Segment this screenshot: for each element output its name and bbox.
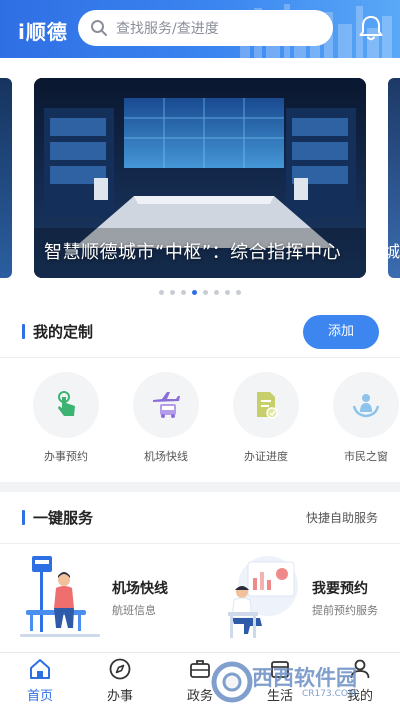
service-card-subtitle: 提前预约服务	[312, 604, 378, 617]
appointment-illustration	[228, 556, 298, 638]
carousel-indicator	[0, 290, 400, 295]
custom-section: 我的定制 添加 办事预约 机场快线 办证进度 市民之窗	[0, 306, 400, 482]
service-card-title: 机场快线	[112, 581, 168, 597]
bell-icon[interactable]	[358, 14, 384, 42]
shortcut-label: 机场快线	[144, 450, 188, 463]
tab-services[interactable]: 办事	[90, 657, 150, 704]
custom-shortcuts: 办事预约 机场快线 办证进度 市民之窗	[0, 372, 400, 472]
service-card-subtitle: 航班信息	[112, 604, 156, 617]
watermark-logo-icon	[211, 661, 253, 703]
custom-section-title: 我的定制	[33, 323, 94, 341]
banner-slide[interactable]: 智慧顺德城市“中枢”：综合指挥中心	[34, 78, 366, 278]
service-card-airport[interactable]: 机场快线 航班信息	[20, 550, 200, 646]
search-bar[interactable]: 查找服务/查进度	[78, 10, 333, 46]
one-click-service-section: 一键服务 快捷自助服务 机场快线 航班信息 我要预约 提前预约服务	[0, 492, 400, 652]
banner-caption: 智慧顺德城市“中枢”：综合指挥中心	[44, 242, 342, 263]
service-section-title: 一键服务	[33, 509, 94, 527]
tab-label: 首页	[26, 689, 53, 704]
carousel-dot[interactable]	[214, 290, 219, 295]
shortcut-citizen-window[interactable]: 市民之窗	[332, 372, 400, 464]
shortcut-appointment[interactable]: 办事预约	[32, 372, 100, 464]
section-accent-bar	[22, 510, 25, 525]
section-accent-bar	[22, 324, 25, 339]
document-progress-icon	[257, 392, 278, 419]
app-header: i顺德 查找服务/查进度	[0, 0, 400, 58]
bus-stop-illustration	[20, 556, 100, 637]
service-card-appointment[interactable]: 我要预约 提前预约服务	[220, 550, 390, 646]
custom-section-header: 我的定制 添加	[0, 306, 400, 358]
banner-carousel[interactable]: 智慧顺德城市“中枢”：综合指挥中心 城	[0, 58, 400, 306]
service-card-title: 我要预约	[312, 581, 368, 597]
shortcut-certificate-progress[interactable]: 办证进度	[232, 372, 300, 464]
hand-pointer-icon	[58, 391, 75, 416]
carousel-dot[interactable]	[203, 290, 208, 295]
shortcut-label: 市民之窗	[344, 450, 388, 463]
search-icon	[91, 20, 107, 36]
shortcut-label: 办证进度	[244, 450, 288, 463]
carousel-dot[interactable]	[225, 290, 230, 295]
home-icon	[30, 659, 50, 679]
prev-slide-peek[interactable]	[0, 78, 12, 278]
watermark-text: 西西软件园	[252, 666, 357, 690]
app-logo: i顺德	[18, 20, 68, 44]
watermark-url: CR173.COM	[302, 689, 356, 699]
compass-icon	[109, 658, 131, 680]
tab-label: 办事	[106, 689, 133, 704]
add-button[interactable]: 添加	[303, 315, 379, 349]
next-slide-peek[interactable]: 城	[384, 78, 400, 278]
self-service-link[interactable]: 快捷自助服务	[306, 509, 378, 526]
carousel-dot[interactable]	[181, 290, 186, 295]
search-placeholder: 查找服务/查进度	[116, 21, 219, 37]
site-watermark: 西西软件园 CR173.COM	[210, 656, 400, 708]
carousel-dot[interactable]	[159, 290, 164, 295]
shortcut-airport-express[interactable]: 机场快线	[132, 372, 200, 464]
service-section-header: 一键服务 快捷自助服务	[0, 492, 400, 544]
tab-home[interactable]: 首页	[10, 657, 70, 704]
carousel-dot[interactable]	[170, 290, 175, 295]
citizen-window-icon	[352, 394, 380, 418]
plane-bus-icon	[153, 392, 180, 418]
carousel-dot[interactable]	[192, 290, 197, 295]
carousel-dot[interactable]	[236, 290, 241, 295]
briefcase-icon	[190, 660, 210, 678]
next-slide-caption: 城	[383, 242, 400, 261]
shortcut-label: 办事预约	[44, 450, 88, 463]
